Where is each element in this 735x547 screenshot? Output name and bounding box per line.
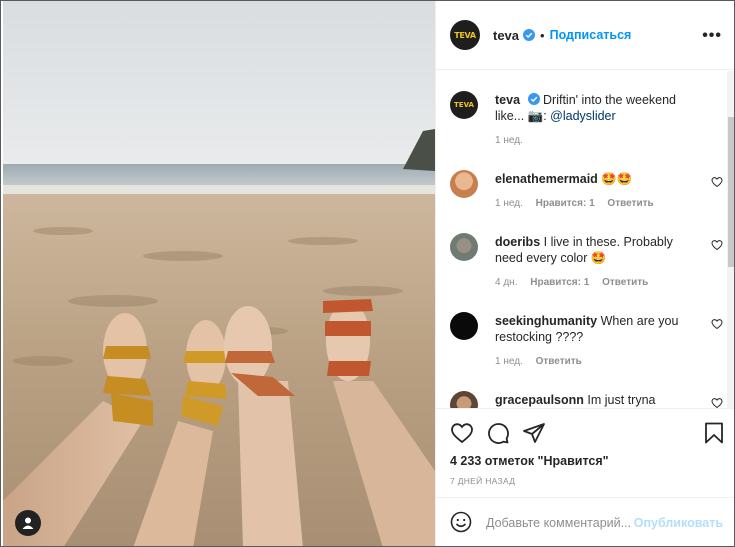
reply-button[interactable]: Ответить: [602, 277, 648, 288]
verified-badge-icon: [523, 29, 536, 41]
caption-meta: 1 нед.: [495, 133, 695, 149]
commenter-avatar[interactable]: [450, 233, 478, 261]
tagged-users-button[interactable]: [15, 510, 41, 536]
share-paper-plane-icon[interactable]: [522, 421, 546, 445]
post-date[interactable]: 7 ДНЕЙ НАЗАД: [450, 476, 515, 486]
comment-time[interactable]: 1 нед.: [495, 198, 523, 209]
comment-likes[interactable]: Нравится: 1: [530, 277, 589, 288]
caption-avatar[interactable]: TEVA: [450, 91, 478, 119]
commenter-avatar[interactable]: [450, 312, 478, 340]
logo-text: TEVA: [454, 101, 474, 109]
comment-body: elenathemermaid 🤩🤩 1 нед. Нравится: 1 От…: [495, 171, 695, 212]
author-avatar[interactable]: TEVA: [450, 20, 480, 50]
comments-list: TEVA teva Driftin' into the weekend like…: [436, 71, 726, 408]
more-options-icon[interactable]: •••: [702, 27, 722, 45]
like-heart-icon[interactable]: [450, 421, 474, 445]
commenter-avatar[interactable]: [450, 391, 478, 408]
post-sidebar: TEVA teva • Подписаться ••• TEVA teva Dr…: [435, 1, 734, 546]
add-comment-bar: Добавьте комментарий... Опубликовать: [436, 497, 734, 546]
beach-photo: [3, 1, 435, 546]
post-actions: 4 233 отметок "Нравится" 7 ДНЕЙ НАЗАД: [436, 408, 734, 505]
save-bookmark-icon[interactable]: [702, 421, 726, 445]
post-photo[interactable]: [3, 1, 435, 546]
comment-username[interactable]: gracepaulsonn: [495, 393, 584, 407]
comment-username[interactable]: doeribs: [495, 235, 540, 249]
comment-meta: 1 нед. Нравится: 1 Ответить: [495, 196, 695, 212]
person-icon: [22, 517, 34, 529]
like-comment-heart-icon[interactable]: [711, 397, 723, 408]
comment-body: gracepaulsonn Im just tryna: [495, 392, 695, 408]
comment-body: doeribs I live in these. Probably need e…: [495, 234, 695, 291]
comment-meta: 1 нед. Ответить: [495, 354, 695, 370]
reply-button[interactable]: Ответить: [536, 356, 582, 367]
like-comment-heart-icon[interactable]: [711, 176, 723, 188]
comments-scrollbar[interactable]: [727, 71, 734, 408]
commenter-avatar[interactable]: [450, 170, 478, 198]
caption-time[interactable]: 1 нед.: [495, 135, 523, 146]
like-comment-heart-icon[interactable]: [711, 318, 723, 330]
instagram-post-window: TEVA teva • Подписаться ••• TEVA teva Dr…: [0, 0, 735, 547]
verified-badge-icon: [527, 93, 540, 105]
comment-text: Im just tryna: [587, 393, 656, 407]
author-username[interactable]: teva: [493, 28, 519, 43]
separator-dot: •: [540, 27, 545, 43]
publish-button[interactable]: Опубликовать: [634, 516, 723, 530]
comment-text: 🤩🤩: [601, 172, 633, 186]
comment-username[interactable]: seekinghumanity: [495, 314, 597, 328]
reply-button[interactable]: Ответить: [607, 198, 653, 209]
comment-time[interactable]: 4 дн.: [495, 277, 517, 288]
caption-body: teva Driftin' into the weekend like... 📷…: [495, 92, 695, 149]
emoji-smiley-icon[interactable]: [450, 511, 472, 533]
post-header: TEVA teva • Подписаться •••: [436, 1, 734, 70]
follow-button[interactable]: Подписаться: [550, 28, 632, 42]
caption-username[interactable]: teva: [495, 93, 520, 107]
scrollbar-thumb[interactable]: [728, 117, 734, 267]
comment-meta: 4 дн. Нравится: 1 Ответить: [495, 275, 695, 291]
comment-input[interactable]: Добавьте комментарий...: [486, 516, 631, 530]
comment-bubble-icon[interactable]: [486, 421, 510, 445]
logo-text: TEVA: [454, 30, 476, 40]
action-icons: [450, 421, 726, 447]
comment-time[interactable]: 1 нед.: [495, 356, 523, 367]
comment-likes[interactable]: Нравится: 1: [536, 198, 595, 209]
likes-count[interactable]: 4 233 отметок "Нравится": [450, 454, 609, 468]
caption-mention[interactable]: @ladyslider: [550, 109, 616, 123]
comment-username[interactable]: elenathemermaid: [495, 172, 598, 186]
comment-body: seekinghumanity When are you restocking …: [495, 313, 695, 370]
like-comment-heart-icon[interactable]: [711, 239, 723, 251]
